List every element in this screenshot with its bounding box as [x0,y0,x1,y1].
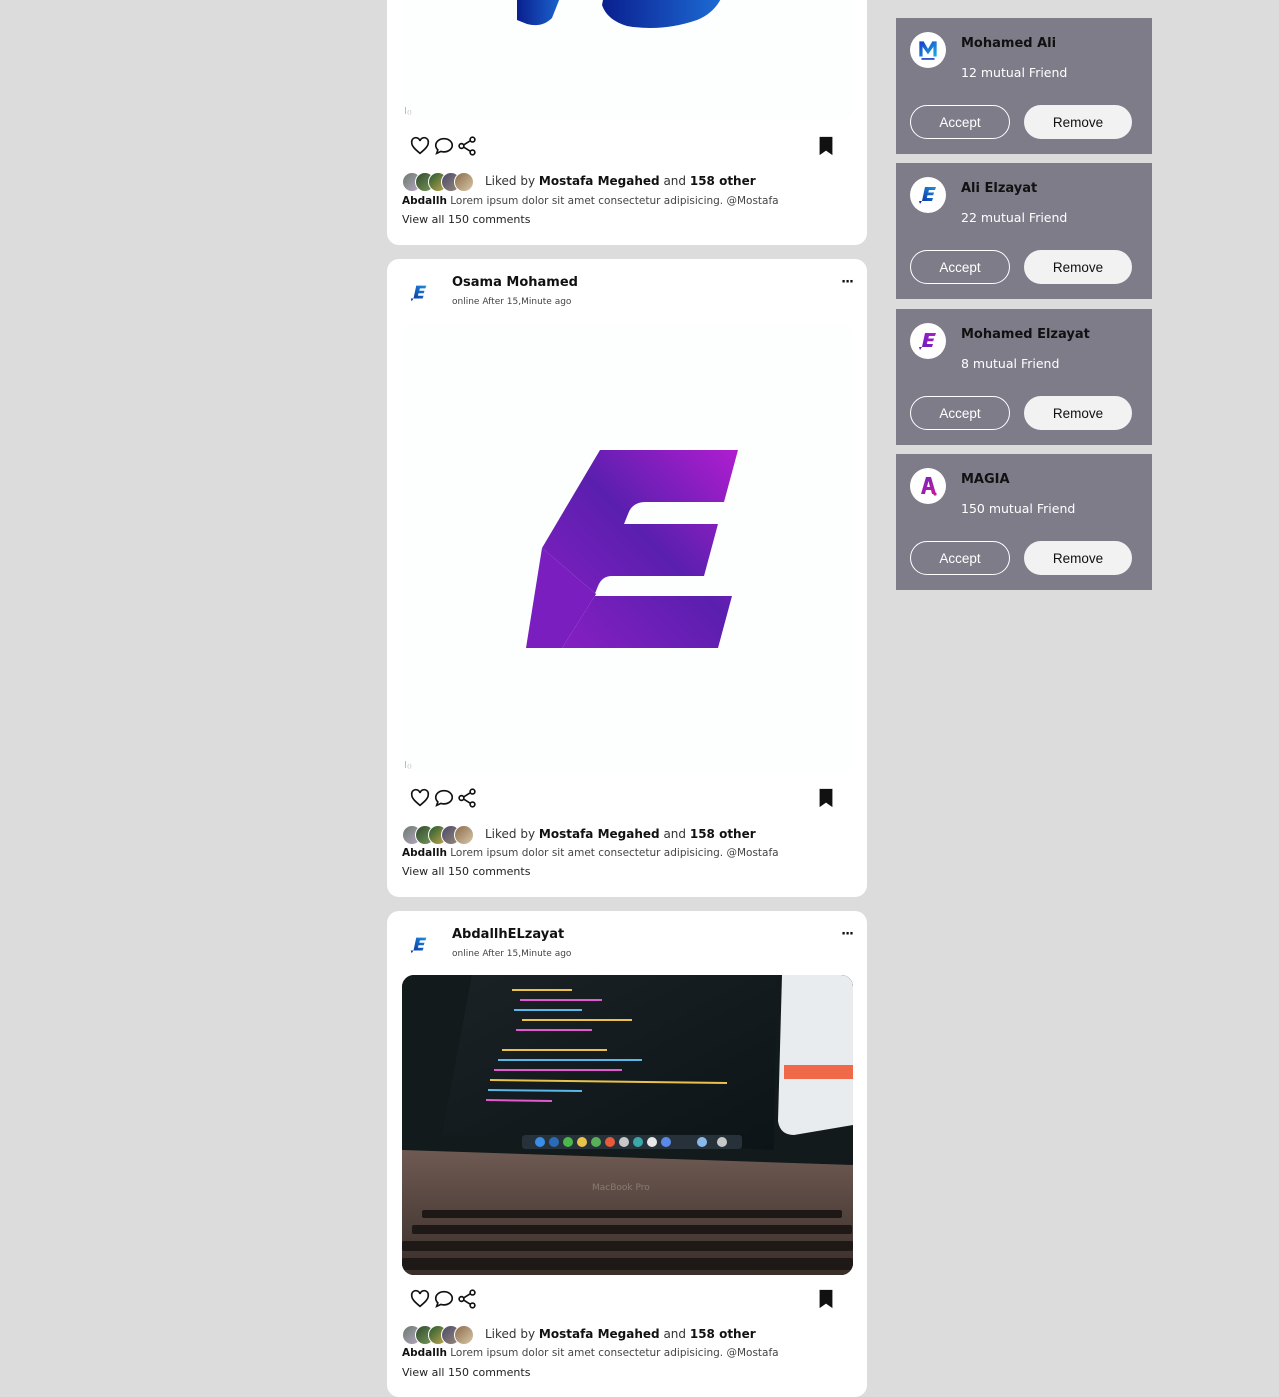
bookmark-icon[interactable] [815,1288,837,1310]
friend-request-card: Ali Elzayat 22 mutual Friend Accept Remo… [896,163,1152,299]
svg-text:I₍₎: I₍₎ [404,106,412,117]
remove-button[interactable]: Remove [1024,396,1132,430]
liked-by-user[interactable]: Mostafa Megahed [539,1327,660,1341]
post-author[interactable]: Osama Mohamed [452,275,578,290]
avatar [454,1325,474,1345]
mutual-friends: 8 mutual Friend [961,356,1060,371]
liked-avatars [402,1325,482,1345]
magia-a-logo-icon [921,477,937,496]
heart-icon[interactable] [409,787,431,809]
logo-image-partial: I₍₎ [404,0,721,117]
caption-author[interactable]: Abdallh [402,847,447,859]
liked-by-text: Liked by Mostafa Megahed and 158 other [485,174,756,188]
comment-icon[interactable] [433,135,455,157]
post-actions [409,1288,839,1312]
post-header: Osama Mohamed online After 15,Minute ago… [401,275,854,315]
view-comments-link[interactable]: View all 150 comments [402,213,530,226]
mutual-friends: 22 mutual Friend [961,210,1068,225]
post-time: online After 15,Minute ago [452,297,572,307]
view-comments-link[interactable]: View all 150 comments [402,1366,530,1379]
post-image[interactable]: MacBook Pro [402,975,853,1275]
post-caption: Abdallh Lorem ipsum dolor sit amet conse… [402,847,779,859]
liked-by-user[interactable]: Mostafa Megahed [539,174,660,188]
accept-button[interactable]: Accept [910,250,1010,284]
heart-icon[interactable] [409,1288,431,1310]
ae-logo-image: I₍₎ [404,450,738,771]
post-caption: Abdallh Lorem ipsum dolor sit amet conse… [402,195,779,207]
post-card: Osama Mohamed online After 15,Minute ago… [387,259,867,897]
post-time: online After 15,Minute ago [452,949,572,959]
friend-name[interactable]: Ali Elzayat [961,181,1037,196]
post-caption: Abdallh Lorem ipsum dolor sit amet conse… [402,1347,779,1359]
caption-author[interactable]: Abdallh [402,1347,447,1359]
likes-count[interactable]: 158 other [690,174,756,188]
avatar [454,172,474,192]
friend-name[interactable]: Mohamed Elzayat [961,327,1090,342]
svg-text:MacBook Pro: MacBook Pro [592,1183,650,1193]
share-icon[interactable] [456,787,478,809]
ae-purple-logo-icon [919,333,936,350]
post-card: AbdallhELzayat online After 15,Minute ag… [387,911,867,1397]
ae-logo-icon [410,937,427,954]
avatar[interactable] [401,275,437,311]
svg-text:I₍₎: I₍₎ [404,760,412,771]
friend-request-card: Mohamed Elzayat 8 mutual Friend Accept R… [896,309,1152,445]
friend-name[interactable]: MAGIA [961,472,1010,487]
liked-by-text: Liked by Mostafa Megahed and 158 other [485,827,756,841]
remove-button[interactable]: Remove [1024,250,1132,284]
post-header: AbdallhELzayat online After 15,Minute ag… [401,927,854,967]
laptop-code-image: MacBook Pro [402,975,853,1275]
post-image[interactable]: I₍₎ [402,324,853,774]
post-card: I₍₎ Liked by Mostafa Megahed and 158 oth… [387,0,867,245]
liked-by-text: Liked by Mostafa Megahed and 158 other [485,1327,756,1341]
remove-button[interactable]: Remove [1024,105,1132,139]
likes-count[interactable]: 158 other [690,1327,756,1341]
heart-icon[interactable] [409,135,431,157]
avatar[interactable] [910,323,946,359]
caption-author[interactable]: Abdallh [402,195,447,207]
comment-icon[interactable] [433,1288,455,1310]
share-icon[interactable] [456,135,478,157]
bookmark-icon[interactable] [815,135,837,157]
accept-button[interactable]: Accept [910,396,1010,430]
magia-m-logo-icon [919,41,937,60]
ae-logo-icon [410,285,427,302]
friend-request-card: Mohamed Ali 12 mutual Friend Accept Remo… [896,18,1152,154]
share-icon[interactable] [456,1288,478,1310]
friend-request-card: MAGIA 150 mutual Friend Accept Remove [896,454,1152,590]
more-dots-icon[interactable]: ··· [841,275,854,290]
mutual-friends: 12 mutual Friend [961,65,1068,80]
likes-row: Liked by Mostafa Megahed and 158 other [402,1325,854,1345]
likes-row: Liked by Mostafa Megahed and 158 other [402,825,854,845]
post-image[interactable]: I₍₎ [402,0,853,120]
liked-avatars [402,172,482,192]
comment-icon[interactable] [433,787,455,809]
avatar[interactable] [910,32,946,68]
accept-button[interactable]: Accept [910,541,1010,575]
liked-avatars [402,825,482,845]
post-author[interactable]: AbdallhELzayat [452,927,564,942]
friend-name[interactable]: Mohamed Ali [961,36,1056,51]
likes-count[interactable]: 158 other [690,827,756,841]
mutual-friends: 150 mutual Friend [961,501,1076,516]
liked-by-user[interactable]: Mostafa Megahed [539,827,660,841]
ae-logo-icon [919,187,936,204]
post-actions [409,787,839,811]
bookmark-icon[interactable] [815,787,837,809]
remove-button[interactable]: Remove [1024,541,1132,575]
accept-button[interactable]: Accept [910,105,1010,139]
post-actions [409,135,839,159]
avatar[interactable] [401,927,437,963]
avatar[interactable] [910,177,946,213]
more-dots-icon[interactable]: ··· [841,927,854,942]
avatar [454,825,474,845]
view-comments-link[interactable]: View all 150 comments [402,865,530,878]
avatar[interactable] [910,468,946,504]
likes-row: Liked by Mostafa Megahed and 158 other [402,172,854,192]
